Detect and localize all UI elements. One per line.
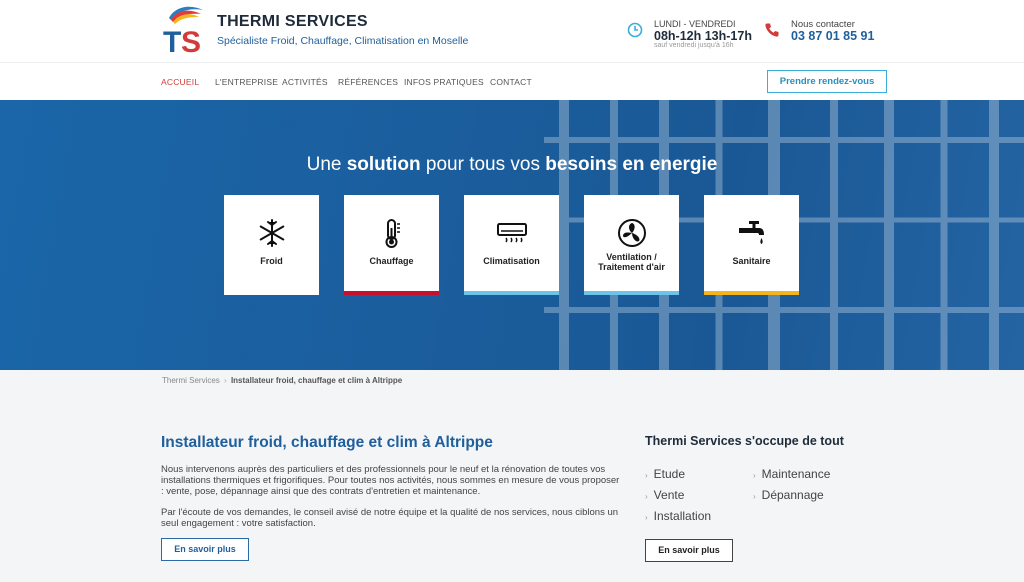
nav-item-activites[interactable]: ACTIVITÉS	[282, 77, 328, 87]
services-title: Thermi Services s'occupe de tout	[645, 434, 844, 448]
card-accent-bar	[704, 291, 799, 295]
hero-title: Une solution pour tous vos besoins en en…	[306, 154, 718, 175]
card-accent-bar	[224, 291, 319, 295]
main-nav: ACCUEIL L'ENTREPRISE ACTIVITÉS RÉFÉRENCE…	[0, 62, 1024, 100]
service-item-maintenance[interactable]: › Maintenance	[753, 467, 830, 481]
service-item-installation[interactable]: › Installation	[645, 509, 711, 523]
card-label: Chauffage	[369, 256, 414, 266]
svg-text:S: S	[181, 26, 201, 56]
service-card-chauffage[interactable]: Chauffage	[344, 195, 439, 295]
card-accent-bar	[584, 291, 679, 295]
air-conditioner-icon	[497, 223, 527, 243]
card-accent-bar	[464, 291, 559, 295]
faucet-icon	[739, 221, 764, 244]
nav-item-contact[interactable]: CONTACT	[490, 77, 532, 87]
card-label: Froid	[260, 256, 283, 266]
card-label: Climatisation	[483, 256, 540, 266]
service-card-climatisation[interactable]: Climatisation	[464, 195, 559, 295]
card-accent-bar	[344, 291, 439, 295]
brand-tagline: Spécialiste Froid, Chauffage, Climatisat…	[217, 35, 469, 47]
nav-item-references[interactable]: RÉFÉRENCES	[338, 77, 398, 87]
chevron-right-icon: ›	[645, 471, 648, 480]
page-title: Installateur froid, chauffage et clim à …	[161, 434, 493, 451]
read-more-button[interactable]: En savoir plus	[161, 538, 249, 561]
clock-icon	[627, 22, 643, 38]
nav-item-entreprise[interactable]: L'ENTREPRISE	[215, 77, 278, 87]
chevron-right-icon: ›	[753, 471, 756, 480]
phone-icon	[765, 23, 779, 37]
logo-lettering: T	[163, 26, 181, 56]
hero-banner: Une solution pour tous vos besoins en en…	[0, 100, 1024, 370]
nav-item-accueil[interactable]: ACCUEIL	[161, 77, 199, 87]
services-read-more-button[interactable]: En savoir plus	[645, 539, 733, 562]
commitment-paragraph: Par l'écoute de vos demandes, le conseil…	[161, 507, 619, 529]
service-item-depannage[interactable]: › Dépannage	[753, 488, 824, 502]
service-card-sanitaire[interactable]: Sanitaire	[704, 195, 799, 295]
thermometer-icon	[385, 219, 400, 248]
hours-days: LUNDI - VENDREDI	[654, 19, 736, 29]
chevron-right-icon: ›	[753, 492, 756, 501]
intro-paragraph: Nous intervenons auprès des particuliers…	[161, 464, 620, 497]
card-label: Ventilation / Traitement d'air	[598, 252, 665, 272]
snowflake-icon	[259, 219, 285, 247]
main-content: Installateur froid, chauffage et clim à …	[0, 370, 1024, 582]
breadcrumb-home[interactable]: Thermi Services	[162, 376, 220, 385]
service-item-etude[interactable]: › Etude	[645, 467, 685, 481]
service-card-ventilation[interactable]: Ventilation / Traitement d'air	[584, 195, 679, 295]
breadcrumb: Thermi Services › Installateur froid, ch…	[162, 376, 402, 385]
hours-note: sauf vendredi jusqu'à 16h	[654, 42, 734, 49]
breadcrumb-current: Installateur froid, chauffage et clim à …	[230, 376, 403, 385]
nav-item-infos-pratiques[interactable]: INFOS PRATIQUES	[404, 77, 484, 87]
chevron-right-icon: ›	[645, 513, 648, 522]
book-appointment-button[interactable]: Prendre rendez-vous	[767, 70, 887, 93]
site-header: T S THERMI SERVICES Spécialiste Froid, C…	[0, 0, 1024, 62]
chevron-right-icon: ›	[645, 492, 648, 501]
brand-name[interactable]: THERMI SERVICES	[217, 13, 368, 31]
brand-logo[interactable]: T S	[161, 4, 207, 56]
contact-phone[interactable]: 03 87 01 85 91	[791, 29, 874, 43]
service-item-vente[interactable]: › Vente	[645, 488, 684, 502]
service-card-froid[interactable]: Froid	[224, 195, 319, 295]
breadcrumb-separator: ›	[224, 376, 227, 385]
card-label: Sanitaire	[732, 256, 771, 266]
hours-time: 08h-12h 13h-17h	[654, 29, 752, 43]
fan-icon	[618, 219, 646, 247]
